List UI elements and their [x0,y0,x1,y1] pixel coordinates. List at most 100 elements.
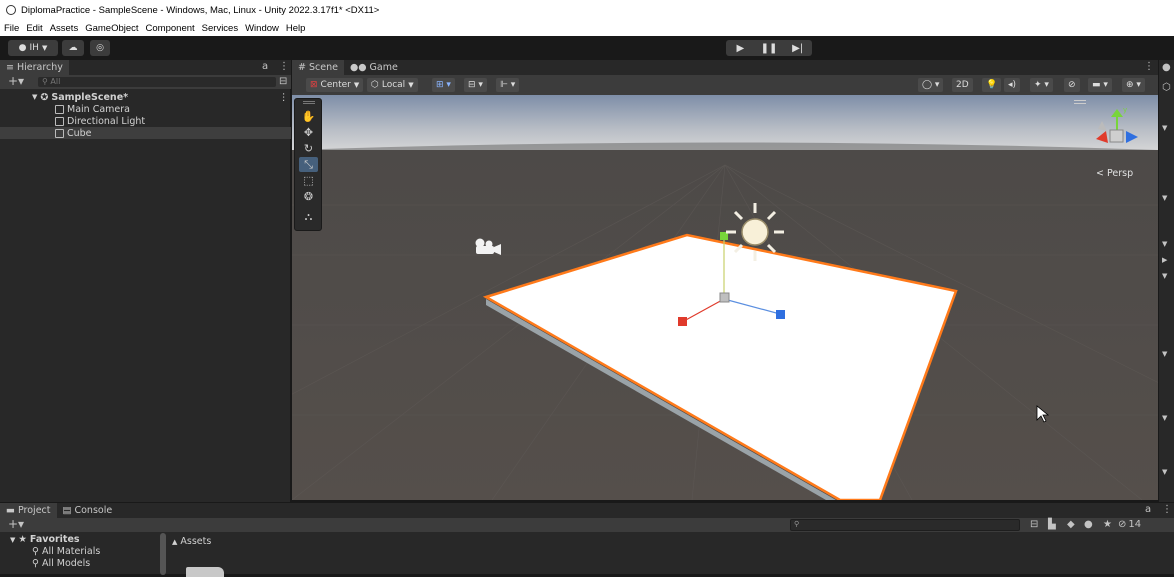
rotate-icon: ↻ [303,142,314,155]
grid-snap-button[interactable]: ⊞ ▾ [432,78,455,92]
increment-snap-button[interactable]: ⊩ ▾ [496,78,520,92]
chevron-right-icon[interactable]: ▶ [1162,256,1167,264]
menu-bar: File Edit Assets GameObject Component Se… [0,20,1174,36]
add-icon[interactable]: +▾ [8,74,24,88]
space-dropdown[interactable]: ⬡ Local ▼ [367,78,418,92]
lock-icon[interactable]: a [1145,504,1151,515]
search-icon: ⚲ [32,558,39,569]
pivot-dropdown[interactable]: ⊠ Center ▼ [306,78,364,92]
overlay-menu-handle[interactable] [1074,100,1086,104]
gizmos-dropdown[interactable]: ⊕ ▾ [1122,78,1145,92]
list-item[interactable]: Cube [0,127,291,139]
list-item[interactable]: Main Camera [0,103,291,115]
menu-services[interactable]: Services [202,23,238,34]
add-icon[interactable]: +▾ [8,517,24,531]
search-icon: ⚲ [794,520,800,528]
projection-toggle[interactable]: < Persp [1096,168,1133,179]
scrollbar[interactable] [160,533,166,575]
folder-icon[interactable] [186,567,224,577]
chevron-down-icon[interactable]: ▼ [1162,414,1167,422]
search-options-icon[interactable]: ⊟ [279,76,287,87]
chevron-down-icon[interactable]: ▼ [32,93,37,101]
lighting-toggle[interactable]: 💡 [982,78,1002,92]
tab-hierarchy[interactable]: ≡ Hierarchy [0,60,69,75]
menu-file[interactable]: File [4,23,19,34]
info-icon[interactable]: ● [1162,62,1171,73]
tab-console[interactable]: ▤ Console [57,503,119,518]
hidden-packages-toggle[interactable]: ⊘ 14 [1118,519,1141,530]
tag-icon[interactable]: ◆ [1067,519,1075,530]
more-options-icon[interactable]: ⋮ [1162,504,1172,515]
chevron-down-icon[interactable]: ▼ [1162,350,1167,358]
rotate-tool-button[interactable]: ↻ [299,141,318,156]
scale-tool-button[interactable]: ⤡ [299,157,318,172]
menu-assets[interactable]: Assets [50,23,79,34]
more-options-icon[interactable]: ⋮ [279,61,289,72]
effects-dropdown[interactable]: ✦ ▾ [1030,78,1053,92]
chevron-down-icon[interactable]: ▼ [1162,240,1167,248]
lock-icon[interactable]: a [262,61,268,72]
tab-scene[interactable]: # Scene [292,60,344,75]
pause-button[interactable]: ❚❚ [755,40,784,56]
chevron-down-icon[interactable]: ▼ [1162,468,1167,476]
cube-icon[interactable]: ⬡ [1162,82,1171,93]
increment-snap-icon: ⊩ ▾ [500,80,516,90]
hand-tool-button[interactable]: ✋ [299,109,318,124]
cloud-button[interactable]: ☁ [62,40,84,56]
menu-help[interactable]: Help [286,23,306,34]
search-by-label-icon[interactable]: ▙ [1048,519,1056,530]
project-tabbar: ▬ Project ▤ Console a ⋮ [0,503,1174,518]
collab-icon: ◎ [96,43,104,53]
star-icon[interactable]: ★ [1103,519,1112,530]
grid-visibility-button[interactable]: ⊟ ▾ [464,78,487,92]
move-tool-button[interactable]: ✥ [299,125,318,140]
toggle-2d-button[interactable]: 2D [952,78,973,92]
custom-tool-icon: ⛬ [304,209,313,223]
transform-tool-button[interactable]: ❂ [299,189,318,204]
hierarchy-search-input[interactable]: ⚲ All [38,77,276,87]
menu-gameobject[interactable]: GameObject [85,23,138,34]
menu-window[interactable]: Window [245,23,279,34]
scene-root-row[interactable]: ▼ ✪ SampleScene* ⋮ [0,91,291,103]
menu-edit[interactable]: Edit [26,23,42,34]
play-button[interactable]: ▶ [726,40,755,56]
visibility-icon: ⊘ [1118,519,1127,530]
move-icon: ✥ [303,126,314,139]
list-item[interactable]: Directional Light [0,115,291,127]
chevron-down-icon[interactable]: ▼ [1162,272,1167,280]
chevron-down-icon[interactable]: ▼ [1162,194,1167,202]
draw-mode-dropdown[interactable]: ◯ ▾ [918,78,944,92]
list-icon: ≡ [6,62,14,73]
favorites-header[interactable]: ▼ ★ Favorites [10,534,80,545]
shading-icon: ◯ ▾ [922,80,940,90]
chevron-left-icon: < [1096,168,1104,179]
list-item[interactable]: ⚲ All Materials [32,546,100,557]
camera-settings-dropdown[interactable]: ▬ ▾ [1088,78,1112,92]
alert-icon[interactable]: ● [1084,519,1093,530]
palette-drag-handle[interactable] [303,101,315,104]
custom-tool-button[interactable]: ⛬ [299,209,318,224]
audio-toggle[interactable]: ◂) [1004,78,1021,92]
rect-tool-button[interactable]: ⬚ [299,173,318,188]
tab-game[interactable]: ●● Game [344,60,404,75]
console-icon: ▤ [62,505,72,516]
scene-render [292,95,1158,500]
account-button[interactable]: ● IH ▼ [8,40,58,56]
breadcrumb[interactable]: ▲ Assets [172,536,211,547]
more-options-icon[interactable]: ⋮ [1144,61,1154,72]
unity-scene-icon: ✪ [40,91,49,103]
menu-component[interactable]: Component [146,23,195,34]
search-by-type-icon[interactable]: ⊟ [1030,519,1038,530]
list-item[interactable]: ⚲ All Models [32,558,90,569]
chevron-down-icon[interactable]: ▼ [1162,124,1167,132]
scene-visibility-toggle[interactable]: ⊘ [1064,78,1080,92]
more-options-icon[interactable]: ⋮ [279,92,289,103]
collab-button[interactable]: ◎ [90,40,110,56]
tool-palette: ✋ ✥ ↻ ⤡ ⬚ ❂ ⛬ [294,98,322,231]
project-search-input[interactable]: ⚲ [790,519,1020,531]
scene-viewport[interactable]: y < Persp ✋ ✥ ↻ ⤡ ⬚ ❂ ⛬ [292,95,1158,500]
grid-visibility-icon: ⊟ ▾ [468,80,483,90]
tab-project[interactable]: ▬ Project [0,503,57,518]
step-button[interactable]: ▶| [783,40,812,56]
lightbulb-icon: 💡 [986,80,998,90]
